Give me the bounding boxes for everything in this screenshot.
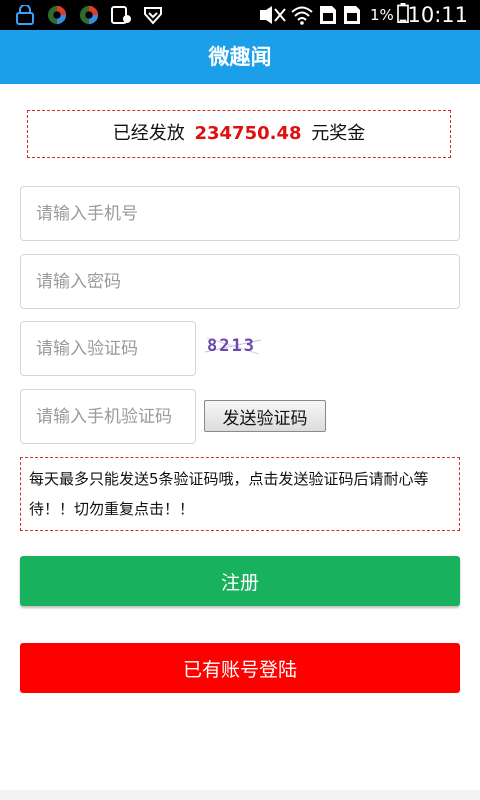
- battery-percent: 1%: [370, 6, 394, 24]
- login-button[interactable]: 已有账号登陆: [20, 643, 460, 693]
- status-bar: 1% 10:11: [0, 0, 480, 30]
- circle-app-icon: [79, 5, 99, 25]
- captcha-image[interactable]: 8213: [203, 332, 263, 358]
- phone-input[interactable]: [20, 186, 460, 241]
- send-code-button[interactable]: 发送验证码: [204, 400, 326, 432]
- notice-box: 每天最多只能发送5条验证码哦，点击发送验证码后请耐心等待！！切勿重复点击！！: [20, 457, 460, 531]
- bonus-prefix: 已经发放: [112, 123, 185, 144]
- bonus-banner: 已经发放 234750.48 元奖金: [27, 110, 451, 158]
- sms-code-input[interactable]: [20, 389, 196, 444]
- captcha-text: 8213: [207, 336, 256, 356]
- captcha-input[interactable]: [20, 321, 196, 376]
- sim-card-icon: [344, 6, 360, 24]
- page-title: 微趣闻: [208, 45, 272, 69]
- bonus-suffix: 元奖金: [311, 123, 366, 144]
- bonus-amount: 234750.48: [194, 123, 302, 144]
- signal-mute-icon: [260, 6, 286, 24]
- register-button[interactable]: 注册: [20, 556, 460, 606]
- app-header: 微趣闻: [0, 30, 480, 84]
- clock: 10:11: [407, 3, 468, 27]
- circle-app-icon: [47, 5, 67, 25]
- bottom-edge: [0, 790, 480, 800]
- password-input[interactable]: [20, 254, 460, 309]
- wifi-icon: [291, 6, 313, 25]
- notification-icon: [111, 6, 131, 24]
- notice-text: 每天最多只能发送5条验证码哦，点击发送验证码后请耐心等待！！切勿重复点击！！: [29, 470, 429, 518]
- shield-icon: [144, 7, 162, 25]
- usb-lock-icon: [16, 5, 34, 25]
- sim-card-icon: [320, 6, 336, 24]
